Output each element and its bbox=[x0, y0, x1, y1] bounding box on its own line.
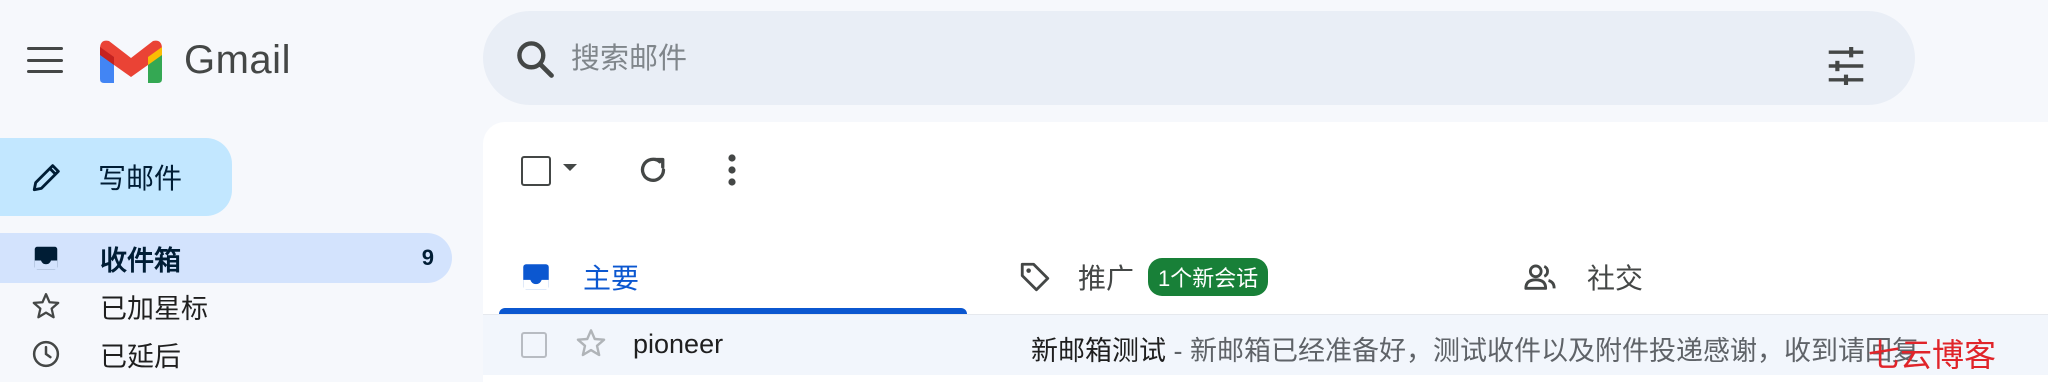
search-bar[interactable] bbox=[483, 11, 1915, 105]
sidebar-item-label: 已加星标 bbox=[100, 293, 208, 324]
more-vert-icon[interactable] bbox=[724, 152, 740, 188]
mail-list-panel: 主要 推广 1个新会话 社交 pioneer 新邮箱测试 - 新邮箱已经准备好，… bbox=[483, 122, 2048, 382]
compose-button[interactable]: 写邮件 bbox=[0, 138, 232, 216]
watermark: 七云博客 bbox=[1868, 336, 1997, 374]
star-toggle-icon[interactable] bbox=[575, 327, 607, 359]
tag-icon bbox=[1020, 262, 1050, 292]
email-row-checkbox[interactable] bbox=[521, 332, 547, 358]
tab-label: 推广 bbox=[1078, 263, 1135, 294]
new-conversation-badge: 1个新会话 bbox=[1148, 258, 1269, 296]
email-subject: 新邮箱测试 bbox=[1031, 336, 1166, 366]
hamburger-icon bbox=[27, 47, 63, 73]
gmail-m-icon bbox=[100, 40, 162, 83]
search-input[interactable] bbox=[569, 35, 1773, 83]
tab-label: 社交 bbox=[1587, 263, 1644, 294]
unread-count: 9 bbox=[421, 245, 434, 270]
search-icon[interactable] bbox=[513, 37, 557, 81]
sidebar-item-label: 收件箱 bbox=[100, 245, 181, 276]
sidebar-item-snoozed[interactable]: 已延后 bbox=[0, 329, 452, 379]
sidebar-item-starred[interactable]: 已加星标 bbox=[0, 281, 452, 331]
app-name: Gmail bbox=[184, 37, 291, 82]
inbox-tab-icon bbox=[523, 264, 549, 290]
search-options-icon[interactable] bbox=[1825, 47, 1867, 85]
star-icon bbox=[30, 290, 62, 322]
gmail-logo[interactable]: Gmail bbox=[100, 34, 291, 86]
people-icon bbox=[1524, 264, 1556, 290]
compose-label: 写邮件 bbox=[98, 163, 183, 194]
select-menu-caret-icon[interactable] bbox=[563, 164, 577, 171]
clock-icon bbox=[30, 338, 62, 370]
email-snippet: - 新邮箱已经准备好，测试收件以及附件投递感谢，收到请回复 bbox=[1166, 336, 1920, 366]
inbox-icon bbox=[30, 242, 62, 274]
sidebar-item-label: 已延后 bbox=[100, 341, 181, 372]
tab-label: 主要 bbox=[583, 263, 640, 294]
pencil-icon bbox=[32, 164, 60, 192]
email-sender: pioneer bbox=[633, 329, 724, 359]
email-subject-line: 新邮箱测试 - 新邮箱已经准备好，测试收件以及附件投递感谢，收到请回复 bbox=[1031, 329, 1919, 368]
sidebar-item-inbox[interactable]: 收件箱 9 bbox=[0, 233, 452, 283]
select-all-checkbox[interactable] bbox=[521, 156, 551, 186]
refresh-icon[interactable] bbox=[635, 152, 671, 188]
main-menu-button[interactable] bbox=[18, 36, 72, 84]
email-row[interactable]: pioneer 新邮箱测试 - 新邮箱已经准备好，测试收件以及附件投递感谢，收到… bbox=[483, 314, 2048, 375]
